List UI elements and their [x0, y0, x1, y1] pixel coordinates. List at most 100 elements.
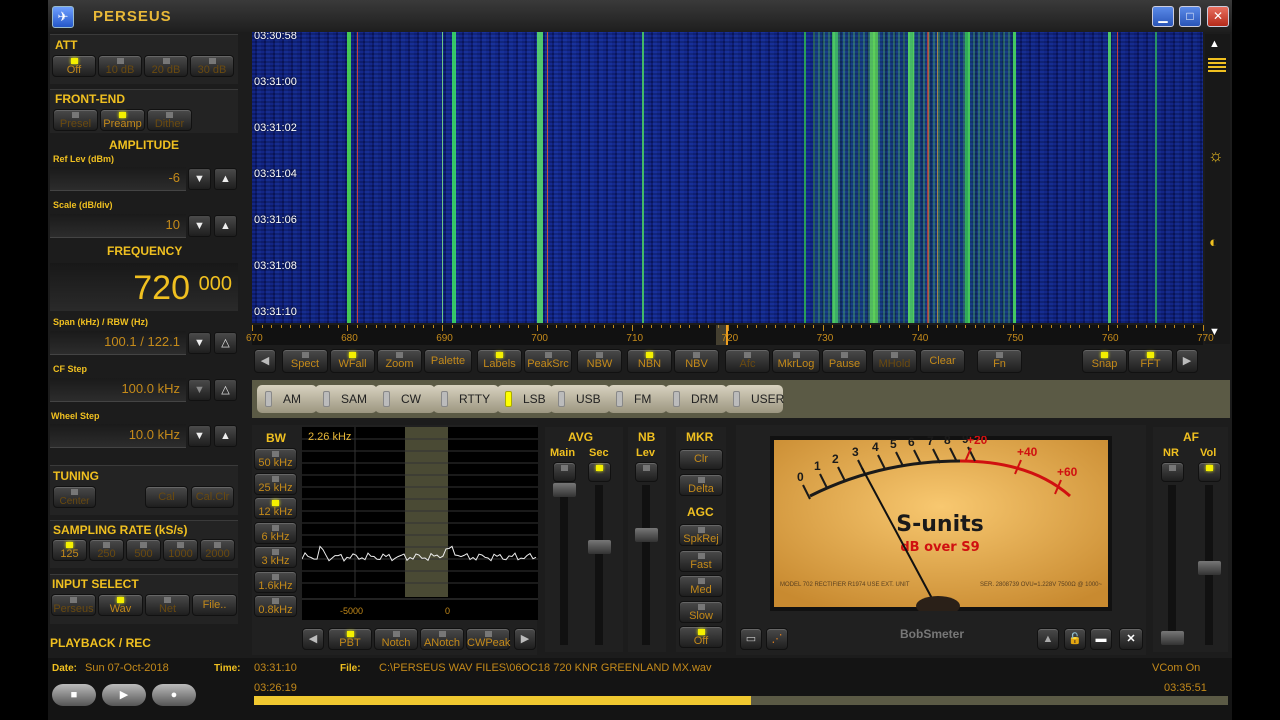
- toolbar-peaksrc-button[interactable]: PeakSrc: [524, 349, 572, 373]
- frequency-display[interactable]: 720 000: [50, 263, 238, 311]
- toolbar-right-button[interactable]: ▶: [1176, 349, 1198, 373]
- wheel-step-field[interactable]: 10.0 kHz: [50, 424, 186, 448]
- toolbar-left-button[interactable]: ◀: [254, 349, 276, 373]
- att-20-db-button[interactable]: 20 dB: [144, 55, 188, 77]
- toolbar-snap-button[interactable]: Snap: [1082, 349, 1127, 373]
- maximize-button[interactable]: □: [1179, 6, 1201, 27]
- bw-6-khz-button[interactable]: 6 kHz: [254, 521, 297, 544]
- scroll-up-icon[interactable]: ▲: [1209, 38, 1220, 50]
- zoom-handle-icon[interactable]: [1208, 58, 1226, 72]
- agc-fast-button[interactable]: Fast: [679, 549, 723, 572]
- sampling-1000-button[interactable]: 1000: [163, 539, 198, 561]
- ref-level-field[interactable]: -6: [50, 167, 186, 191]
- af-nr-toggle[interactable]: [1161, 462, 1184, 482]
- toolbar-afc-button[interactable]: Afc: [725, 349, 770, 373]
- sampling-2000-button[interactable]: 2000: [200, 539, 235, 561]
- toolbar-fn-button[interactable]: Fn: [977, 349, 1022, 373]
- ref-level-down-button[interactable]: ▼: [188, 168, 211, 190]
- mode-fm-button[interactable]: FM: [608, 385, 667, 413]
- close-button[interactable]: ✕: [1207, 6, 1229, 27]
- mode-am-button[interactable]: AM: [257, 385, 317, 413]
- toolbar-mhold-button[interactable]: MHold: [872, 349, 917, 373]
- mode-drm-button[interactable]: DRM: [665, 385, 727, 413]
- att-10-db-button[interactable]: 10 dB: [98, 55, 142, 77]
- avg-sec-slider-track[interactable]: [595, 485, 603, 645]
- toolbar-fft-button[interactable]: FFT: [1128, 349, 1173, 373]
- bw-12-khz-button[interactable]: 12 kHz: [254, 497, 297, 519]
- tuning-calclr-button[interactable]: Cal.Clr: [191, 486, 234, 508]
- span-up-button[interactable]: △: [214, 332, 237, 354]
- att-off-button[interactable]: Off: [52, 55, 96, 77]
- toolbar-mkrlog-button[interactable]: MkrLog: [772, 349, 820, 373]
- span-field[interactable]: 100.1 / 122.1: [50, 331, 186, 355]
- bw-50-khz-button[interactable]: 50 kHz: [254, 448, 297, 470]
- cwpeak-button[interactable]: CWPeak: [466, 628, 510, 650]
- avg-main-toggle[interactable]: [553, 462, 576, 482]
- mode-lsb-button[interactable]: LSB: [497, 385, 553, 413]
- toolbar-palette-button[interactable]: Palette: [424, 349, 472, 373]
- pbt-button[interactable]: PBT: [328, 628, 372, 650]
- toolbar-labels-button[interactable]: Labels: [477, 349, 522, 373]
- input-wav-button[interactable]: Wav: [98, 594, 143, 616]
- brightness-icon[interactable]: ☼: [1208, 146, 1224, 166]
- tuning-cal-button[interactable]: Cal: [145, 486, 188, 508]
- play-button[interactable]: ▶: [102, 684, 146, 706]
- avg-sec-slider-thumb[interactable]: [588, 540, 611, 554]
- dither-button[interactable]: Dither: [147, 109, 192, 131]
- mkr-clr-button[interactable]: Clr: [679, 449, 723, 470]
- sampling-250-button[interactable]: 250: [89, 539, 124, 561]
- cf-step-down-button[interactable]: ▼: [188, 379, 211, 401]
- toolbar-nbv-button[interactable]: NBV: [674, 349, 719, 373]
- mkr-delta-button[interactable]: Delta: [679, 474, 723, 496]
- span-down-button[interactable]: ▼: [188, 332, 211, 354]
- scale-up-button[interactable]: ▲: [214, 215, 237, 237]
- cf-step-field[interactable]: 100.0 kHz: [50, 378, 186, 402]
- af-vol-slider-thumb[interactable]: [1198, 561, 1221, 575]
- toolbar-clear-button[interactable]: Clear: [920, 349, 965, 373]
- toolbar-spect-button[interactable]: Spect: [282, 349, 328, 373]
- avg-main-slider-thumb[interactable]: [553, 483, 576, 497]
- lock-icon[interactable]: 🔓: [1064, 628, 1086, 650]
- skin-icon[interactable]: ⋰: [766, 628, 788, 650]
- nb-slider-track[interactable]: [642, 485, 650, 645]
- bw-3-khz-button[interactable]: 3 kHz: [254, 546, 297, 568]
- avg-main-slider-track[interactable]: [560, 485, 568, 645]
- minimize-button[interactable]: ▁: [1152, 6, 1174, 27]
- bw-25-khz-button[interactable]: 25 kHz: [254, 472, 297, 495]
- wheel-step-down-button[interactable]: ▼: [188, 425, 211, 447]
- toolbar-nbw-button[interactable]: NBW: [577, 349, 622, 373]
- cf-step-up-button[interactable]: △: [214, 379, 237, 401]
- preamp-button[interactable]: Preamp: [100, 109, 145, 131]
- bw-1-6khz-button[interactable]: 1.6kHz: [254, 570, 297, 593]
- contrast-icon[interactable]: ◐: [1209, 234, 1218, 251]
- avg-sec-toggle[interactable]: [588, 462, 611, 482]
- mode-user-button[interactable]: USER: [725, 385, 784, 413]
- sampling-125-button[interactable]: 125: [52, 539, 87, 561]
- window-mode-icon[interactable]: ▭: [740, 628, 762, 650]
- scale-field[interactable]: 10: [50, 214, 186, 238]
- agc-med-button[interactable]: Med: [679, 575, 723, 597]
- input-file-button[interactable]: File..: [192, 594, 237, 616]
- nb-slider-thumb[interactable]: [635, 528, 658, 542]
- agc-slow-button[interactable]: Slow: [679, 600, 723, 623]
- input-perseus-button[interactable]: Perseus: [51, 594, 96, 616]
- frequency-axis[interactable]: 670 680 690 700 710 720 730 740 750 760 770: [246, 325, 1214, 345]
- smeter-up-icon[interactable]: ▲: [1037, 628, 1059, 650]
- agc-off-button[interactable]: Off: [679, 626, 723, 648]
- filter-right-button[interactable]: ▶: [514, 628, 536, 650]
- toolbar-zoom-button[interactable]: Zoom: [377, 349, 422, 373]
- toolbar-pause-button[interactable]: Pause: [822, 349, 867, 373]
- playback-progress[interactable]: [254, 696, 1228, 705]
- notch-button[interactable]: Notch: [374, 628, 418, 650]
- stop-button[interactable]: ■: [52, 684, 96, 706]
- af-nr-slider-thumb[interactable]: [1161, 631, 1184, 645]
- af-nr-slider-track[interactable]: [1168, 485, 1176, 645]
- waterfall-scrollbar[interactable]: ▲ ☼ ◐ ▼: [1205, 34, 1230, 344]
- agc-spkrej-button[interactable]: SpkRej: [679, 524, 723, 546]
- nb-toggle[interactable]: [635, 462, 658, 482]
- input-net-button[interactable]: Net: [145, 594, 190, 616]
- bw-0-8khz-button[interactable]: 0.8kHz: [254, 595, 297, 617]
- wheel-step-up-button[interactable]: ▲: [214, 425, 237, 447]
- sampling-500-button[interactable]: 500: [126, 539, 161, 561]
- att-30-db-button[interactable]: 30 dB: [190, 55, 234, 77]
